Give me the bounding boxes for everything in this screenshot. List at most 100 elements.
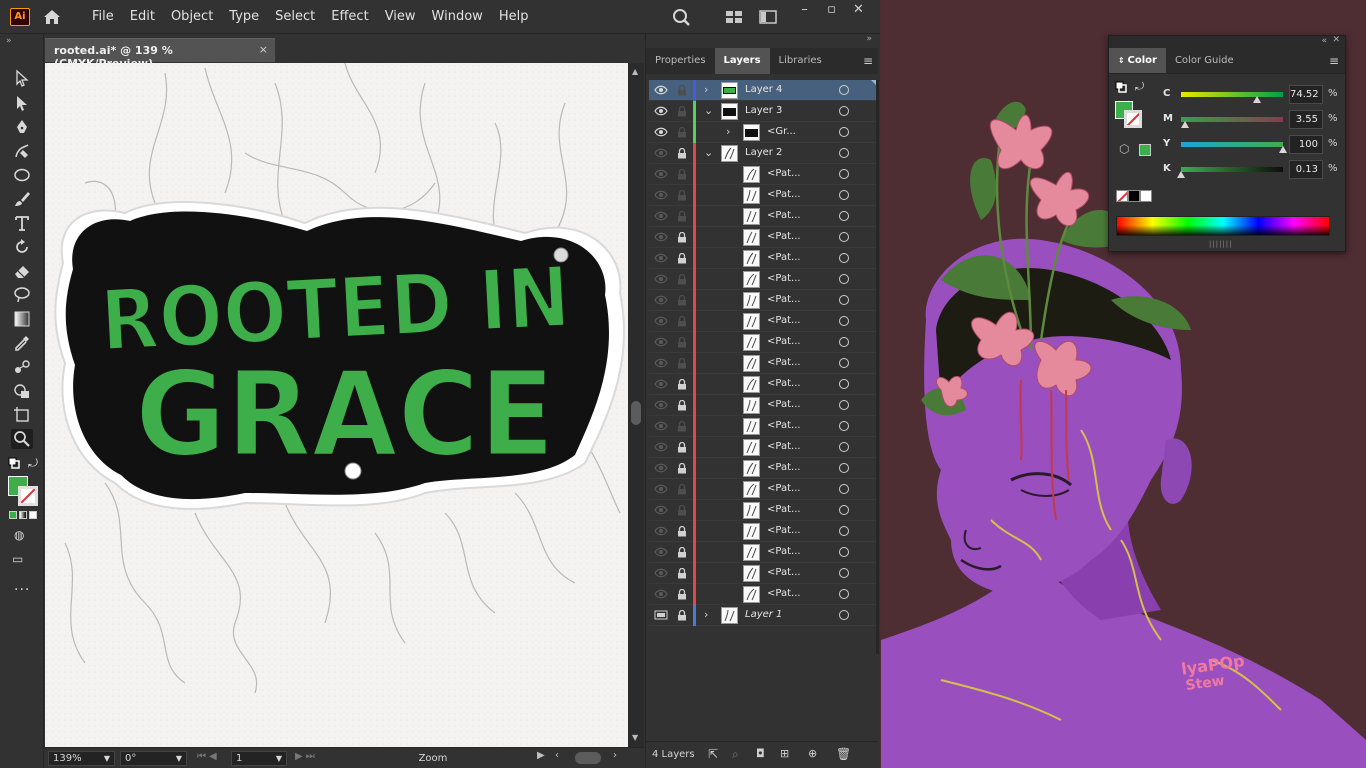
- sublayer-row[interactable]: <Pat...: [649, 248, 878, 269]
- default-fill-stroke-icon[interactable]: [1115, 81, 1127, 93]
- pen-tool-icon[interactable]: [11, 117, 33, 137]
- lock-icon[interactable]: [677, 232, 687, 243]
- lock-icon[interactable]: [677, 463, 687, 474]
- artboard-prev-icon[interactable]: ⏮◀: [197, 751, 220, 762]
- layer-name[interactable]: Layer 2: [745, 147, 782, 158]
- none-mode-icon[interactable]: [29, 511, 37, 519]
- layer-name[interactable]: <Pat...: [767, 588, 801, 599]
- target-circle-icon[interactable]: [839, 610, 849, 620]
- ellipse-tool-icon[interactable]: [11, 165, 33, 185]
- layer-row[interactable]: › Layer 4: [649, 80, 878, 101]
- eyedropper-tool-icon[interactable]: [11, 333, 33, 353]
- horizontal-scroll-thumb[interactable]: [575, 752, 601, 764]
- visibility-eye-icon[interactable]: [654, 316, 668, 326]
- lock-icon[interactable]: [677, 211, 687, 222]
- white-swatch[interactable]: [1140, 190, 1152, 202]
- slider-knob[interactable]: [1279, 146, 1287, 153]
- layer-name[interactable]: <Pat...: [767, 210, 801, 221]
- screen-mode-icon[interactable]: ▭: [12, 552, 23, 566]
- sublayer-row[interactable]: <Pat...: [649, 290, 878, 311]
- menu-type[interactable]: Type: [221, 0, 267, 34]
- lock-icon[interactable]: [677, 589, 687, 600]
- new-sublayer-icon[interactable]: ⊞: [780, 747, 789, 760]
- zoom-level-field[interactable]: 139% ▼: [48, 751, 115, 766]
- target-circle-icon[interactable]: [839, 169, 849, 179]
- layer-name[interactable]: <Pat...: [767, 525, 801, 536]
- sublayer-row[interactable]: <Pat...: [649, 563, 878, 584]
- lock-icon[interactable]: [677, 547, 687, 558]
- close-panel-icon[interactable]: ✕: [1332, 35, 1340, 45]
- lock-icon[interactable]: [677, 127, 687, 138]
- status-mode-label[interactable]: Zoom: [333, 749, 533, 768]
- target-circle-icon[interactable]: [839, 589, 849, 599]
- visibility-eye-icon[interactable]: [654, 106, 668, 116]
- tab-properties[interactable]: Properties: [646, 48, 715, 74]
- visibility-eye-icon[interactable]: [654, 274, 668, 284]
- shape-builder-tool-icon[interactable]: [11, 381, 33, 401]
- gradient-mode-icon[interactable]: [19, 511, 27, 519]
- sublayer-row[interactable]: <Pat...: [649, 395, 878, 416]
- layer-name[interactable]: <Gr...: [767, 126, 796, 137]
- menu-object[interactable]: Object: [163, 0, 221, 34]
- locate-object-icon[interactable]: ⌕: [732, 747, 739, 762]
- sublayer-row[interactable]: <Pat...: [649, 185, 878, 206]
- channel-value-input[interactable]: 100: [1289, 135, 1323, 154]
- home-icon[interactable]: [42, 8, 62, 26]
- visibility-eye-icon[interactable]: [654, 589, 668, 599]
- layer-name[interactable]: <Pat...: [767, 231, 801, 242]
- color-panel-titlebar[interactable]: « ✕: [1109, 35, 1345, 48]
- target-circle-icon[interactable]: [839, 85, 849, 95]
- sublayer-row[interactable]: <Pat...: [649, 479, 878, 500]
- target-circle-icon[interactable]: [839, 211, 849, 221]
- scroll-down-icon[interactable]: ▼: [632, 733, 638, 742]
- close-window-button[interactable]: ✕: [845, 1, 872, 21]
- visibility-eye-icon[interactable]: [654, 232, 668, 242]
- layer-name[interactable]: Layer 3: [745, 105, 782, 116]
- layer-name[interactable]: <Pat...: [767, 315, 801, 326]
- target-circle-icon[interactable]: [839, 106, 849, 116]
- visibility-eye-icon[interactable]: [654, 148, 668, 158]
- lock-icon[interactable]: [677, 106, 687, 117]
- tab-libraries[interactable]: Libraries: [770, 48, 831, 74]
- layer-list-scrollbar[interactable]: [876, 80, 879, 654]
- lock-icon[interactable]: [677, 169, 687, 180]
- layer-row[interactable]: ⌄ Layer 2: [649, 143, 878, 164]
- channel-value-input[interactable]: 0.13: [1289, 160, 1323, 179]
- target-circle-icon[interactable]: [839, 421, 849, 431]
- target-circle-icon[interactable]: [839, 127, 849, 137]
- expand-chevron-icon[interactable]: ›: [704, 608, 714, 622]
- visibility-eye-icon[interactable]: [654, 253, 668, 263]
- paintbrush-tool-icon[interactable]: [11, 189, 33, 209]
- panel-menu-icon[interactable]: ≡: [863, 54, 873, 68]
- blend-tool-icon[interactable]: [11, 357, 33, 377]
- sublayer-row[interactable]: <Pat...: [649, 416, 878, 437]
- maximize-button[interactable]: ▫: [818, 1, 845, 21]
- sublayer-row[interactable]: <Pat...: [649, 542, 878, 563]
- rotate-tool-icon[interactable]: [11, 237, 33, 257]
- drawing-modes-icon[interactable]: ◍: [14, 528, 24, 542]
- collapse-chevron-icon[interactable]: ⌄: [704, 104, 714, 118]
- layer-name[interactable]: <Pat...: [767, 399, 801, 410]
- close-document-icon[interactable]: ×: [259, 43, 268, 56]
- visibility-eye-icon[interactable]: [654, 421, 668, 431]
- export-icon[interactable]: ⇱: [708, 747, 718, 761]
- minimize-button[interactable]: –: [791, 1, 818, 21]
- layer-name[interactable]: <Pat...: [767, 357, 801, 368]
- swap-fill-stroke-icon[interactable]: ⤾: [1135, 80, 1144, 94]
- sublayer-row[interactable]: › <Gr...: [649, 122, 878, 143]
- lock-icon[interactable]: [677, 400, 687, 411]
- lock-icon[interactable]: [677, 337, 687, 348]
- layer-name[interactable]: <Pat...: [767, 462, 801, 473]
- lock-icon[interactable]: [677, 442, 687, 453]
- visibility-eye-icon[interactable]: [654, 379, 668, 389]
- sublayer-row[interactable]: <Pat...: [649, 353, 878, 374]
- slider-track[interactable]: [1181, 142, 1283, 147]
- visibility-eye-icon[interactable]: [654, 85, 668, 95]
- lock-icon[interactable]: [677, 526, 687, 537]
- target-circle-icon[interactable]: [839, 274, 849, 284]
- canvas-vertical-scrollbar[interactable]: ▲ ▼: [628, 63, 644, 747]
- menu-edit[interactable]: Edit: [122, 0, 163, 34]
- trash-icon[interactable]: 🗑: [836, 747, 851, 761]
- stroke-swatch[interactable]: [18, 486, 38, 506]
- type-tool-icon[interactable]: [11, 213, 33, 233]
